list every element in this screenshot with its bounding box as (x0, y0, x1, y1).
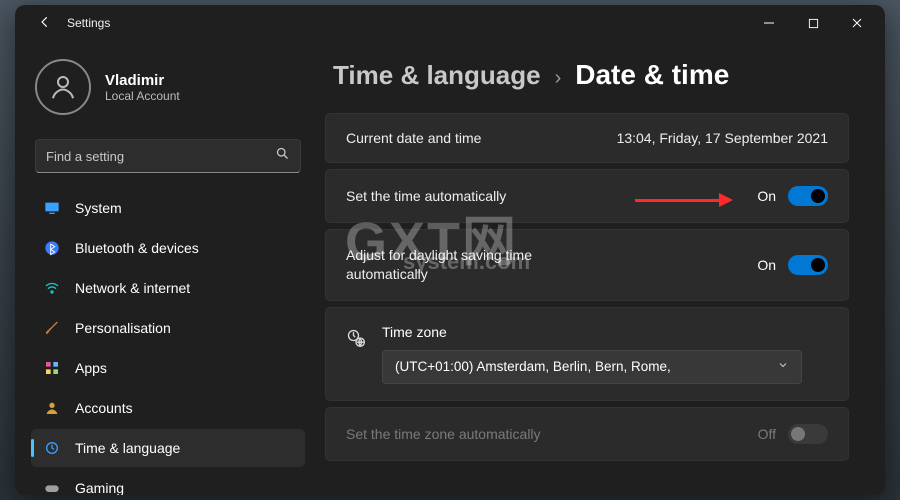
close-button[interactable] (835, 8, 879, 38)
auto-tz-state: Off (758, 426, 776, 442)
apps-icon (43, 359, 61, 377)
dst-label-line2: automatically (346, 265, 532, 284)
nav-list: System Bluetooth & devices Network & int… (31, 189, 305, 495)
current-time-label: Current date and time (346, 130, 481, 146)
sidebar-item-label: Accounts (75, 400, 133, 416)
user-block[interactable]: Vladimir Local Account (31, 55, 305, 133)
timezone-selected: (UTC+01:00) Amsterdam, Berlin, Bern, Rom… (395, 359, 671, 374)
user-account-type: Local Account (105, 89, 180, 103)
dst-toggle[interactable] (788, 255, 828, 275)
sidebar-item-label: Apps (75, 360, 107, 376)
current-time-value: 13:04, Friday, 17 September 2021 (617, 130, 828, 146)
dst-card: Adjust for daylight saving time automati… (325, 229, 849, 301)
sidebar-item-label: Network & internet (75, 280, 190, 296)
sidebar-item-label: Bluetooth & devices (75, 240, 199, 256)
breadcrumb: Time & language › Date & time (325, 59, 849, 91)
auto-tz-toggle (788, 424, 828, 444)
sidebar-item-label: System (75, 200, 122, 216)
clock-globe-icon (43, 439, 61, 457)
back-button[interactable] (27, 15, 63, 32)
gamepad-icon (43, 479, 61, 495)
titlebar: Settings (15, 5, 885, 41)
window-title: Settings (67, 16, 110, 30)
auto-time-toggle[interactable] (788, 186, 828, 206)
search-icon (275, 146, 290, 166)
timezone-card: Time zone (UTC+01:00) Amsterdam, Berlin,… (325, 307, 849, 401)
person-icon (43, 399, 61, 417)
chevron-right-icon: › (555, 67, 562, 90)
auto-time-label: Set the time automatically (346, 188, 506, 204)
auto-tz-card: Set the time zone automatically Off (325, 407, 849, 461)
dst-state: On (757, 257, 776, 273)
search-input[interactable] (46, 149, 275, 164)
sidebar-item-accounts[interactable]: Accounts (31, 389, 305, 427)
timezone-title: Time zone (382, 324, 828, 340)
sidebar-item-time-language[interactable]: Time & language (31, 429, 305, 467)
sidebar-item-apps[interactable]: Apps (31, 349, 305, 387)
brush-icon (43, 319, 61, 337)
current-time-card: Current date and time 13:04, Friday, 17 … (325, 113, 849, 163)
auto-time-state: On (757, 188, 776, 204)
maximize-button[interactable] (791, 8, 835, 38)
monitor-icon (43, 199, 61, 217)
avatar (35, 59, 91, 115)
timezone-select[interactable]: (UTC+01:00) Amsterdam, Berlin, Bern, Rom… (382, 350, 802, 384)
breadcrumb-parent[interactable]: Time & language (333, 60, 541, 91)
sidebar-item-personalisation[interactable]: Personalisation (31, 309, 305, 347)
chevron-down-icon (777, 359, 789, 374)
settings-window: Settings Vladimir Local Account (15, 5, 885, 495)
sidebar-item-label: Time & language (75, 440, 180, 456)
sidebar-item-network[interactable]: Network & internet (31, 269, 305, 307)
sidebar-item-bluetooth[interactable]: Bluetooth & devices (31, 229, 305, 267)
sidebar-item-gaming[interactable]: Gaming (31, 469, 305, 495)
clock-globe-icon (346, 328, 366, 353)
wifi-icon (43, 279, 61, 297)
sidebar-item-system[interactable]: System (31, 189, 305, 227)
sidebar-item-label: Personalisation (75, 320, 171, 336)
minimize-button[interactable] (747, 8, 791, 38)
page-title: Date & time (575, 59, 729, 91)
auto-tz-label: Set the time zone automatically (346, 426, 541, 442)
user-name: Vladimir (105, 72, 180, 89)
sidebar: Vladimir Local Account System (15, 41, 315, 495)
auto-time-card: Set the time automatically On (325, 169, 849, 223)
sidebar-item-label: Gaming (75, 480, 124, 495)
dst-label-line1: Adjust for daylight saving time (346, 246, 532, 265)
bluetooth-icon (43, 239, 61, 257)
main-panel: Time & language › Date & time Current da… (315, 41, 885, 495)
search-box[interactable] (35, 139, 301, 173)
